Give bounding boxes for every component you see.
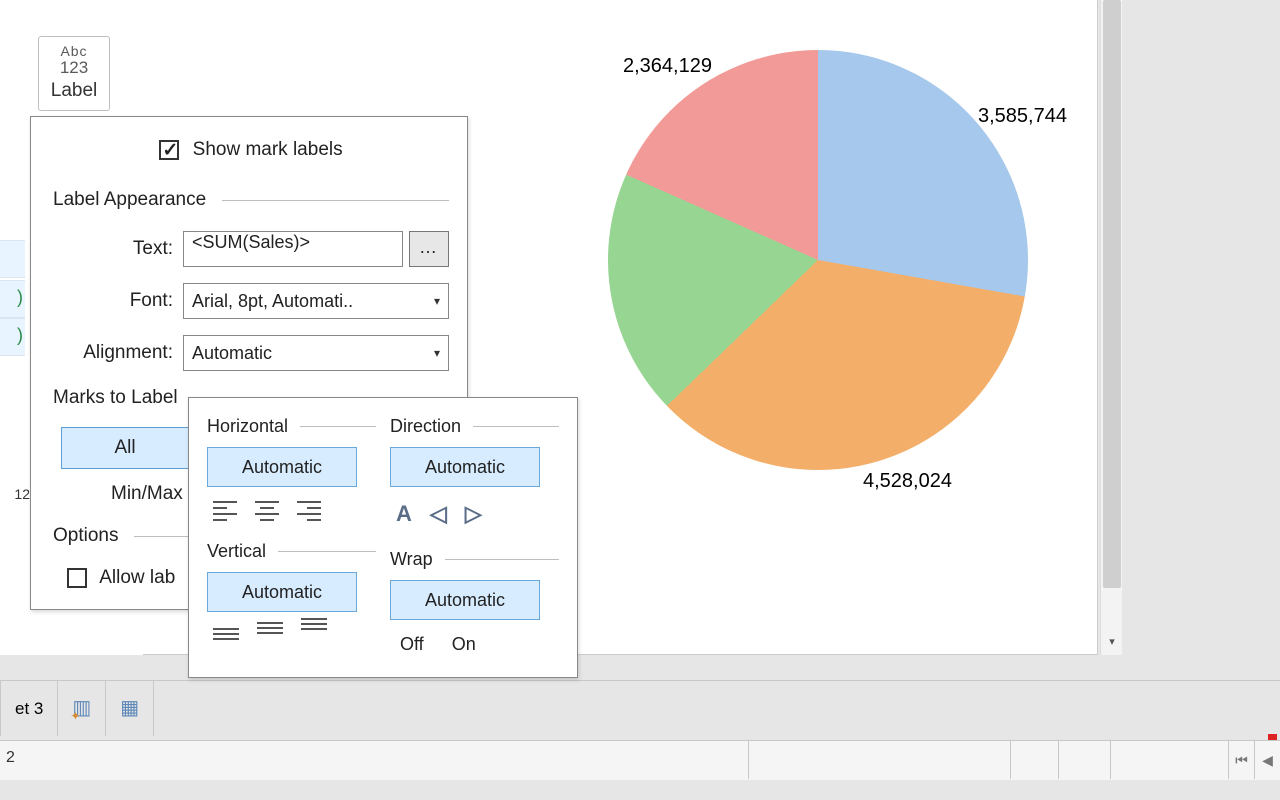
- marks-to-label-all-button[interactable]: All: [61, 427, 189, 469]
- marks-label-card[interactable]: Abc 123 Label: [38, 36, 110, 111]
- vertical-automatic-button[interactable]: Automatic: [207, 572, 357, 612]
- pie-chart[interactable]: 3,585,744 4,528,024 2,364,129: [608, 50, 1028, 470]
- status-cell-1: [748, 741, 1008, 779]
- align-center-icon[interactable]: [255, 501, 279, 519]
- label-card-abc: Abc: [39, 43, 109, 59]
- show-mark-labels-checkbox[interactable]: [159, 140, 179, 160]
- scrollbar-thumb[interactable]: [1103, 0, 1121, 588]
- alignment-label: Alignment:: [53, 342, 183, 364]
- status-left: 2: [6, 749, 15, 767]
- vertical-heading: Vertical: [207, 541, 376, 562]
- valign-middle-icon[interactable]: [257, 626, 283, 640]
- status-cell-3: [1058, 741, 1110, 779]
- status-nav: ⏮ ◀: [1228, 741, 1280, 779]
- sheet-tab-bar: et 3 ✦ ▥ ▦: [0, 680, 1280, 735]
- canvas-vertical-scrollbar[interactable]: ▾: [1100, 0, 1122, 655]
- label-appearance-heading: Label Appearance: [53, 189, 449, 211]
- label-card-123: 123: [39, 58, 109, 78]
- direction-heading: Direction: [390, 416, 559, 437]
- wrap-off-button[interactable]: Off: [400, 634, 424, 655]
- chevron-down-icon: ▾: [434, 294, 440, 308]
- font-label: Font:: [53, 290, 183, 312]
- slice-label-1: 3,585,744: [978, 105, 1067, 128]
- chevron-down-icon: ▾: [434, 346, 440, 360]
- status-bar: 2 ⏮ ◀: [0, 740, 1280, 780]
- text-label: Text:: [53, 238, 183, 260]
- pie-body[interactable]: [608, 50, 1028, 470]
- valign-bottom-icon[interactable]: [213, 626, 239, 640]
- label-text-input[interactable]: <SUM(Sales)>: [183, 231, 403, 267]
- new-worksheet-button[interactable]: ✦ ▥: [58, 681, 106, 736]
- allow-overlap-label: Allow lab: [99, 567, 175, 588]
- wrap-on-button[interactable]: On: [452, 634, 476, 655]
- alignment-dropdown[interactable]: Automatic ▾: [183, 335, 449, 371]
- slice-label-3: 2,364,129: [623, 55, 712, 78]
- dashboard-icon: ▦: [120, 697, 139, 719]
- direction-left-icon[interactable]: ◁: [430, 501, 447, 527]
- font-dropdown[interactable]: Arial, 8pt, Automati.. ▾: [183, 283, 449, 319]
- direction-right-icon[interactable]: ▷: [465, 501, 482, 527]
- sheet-tab-current[interactable]: et 3: [0, 681, 58, 736]
- wrap-heading: Wrap: [390, 549, 559, 570]
- align-left-icon[interactable]: [213, 501, 237, 519]
- scrollbar-down-icon[interactable]: ▾: [1103, 633, 1121, 651]
- nav-first-icon[interactable]: ⏮: [1228, 741, 1254, 779]
- allow-overlap-checkbox[interactable]: [67, 568, 87, 588]
- status-cell-2: [1010, 741, 1058, 779]
- direction-automatic-button[interactable]: Automatic: [390, 447, 540, 487]
- direction-normal-icon[interactable]: A: [396, 501, 412, 527]
- label-card-caption: Label: [39, 80, 109, 102]
- new-dashboard-button[interactable]: ▦: [106, 681, 154, 736]
- show-mark-labels-label: Show mark labels: [193, 139, 343, 160]
- row-shelf-slot-2[interactable]: [0, 280, 25, 318]
- wrap-automatic-button[interactable]: Automatic: [390, 580, 540, 620]
- slice-label-2: 4,528,024: [863, 470, 952, 493]
- alignment-popup: Horizontal Automatic Vertical Automatic …: [188, 397, 578, 678]
- horizontal-automatic-button[interactable]: Automatic: [207, 447, 357, 487]
- nav-prev-icon[interactable]: ◀: [1254, 741, 1280, 779]
- align-right-icon[interactable]: [297, 501, 321, 519]
- label-text-edit-button[interactable]: …: [409, 231, 449, 267]
- row-shelf-slot-1[interactable]: [0, 240, 25, 278]
- row-shelf-slot-3[interactable]: [0, 318, 25, 356]
- valign-top-icon[interactable]: [301, 626, 327, 640]
- horizontal-heading: Horizontal: [207, 416, 376, 437]
- status-cell-4: [1110, 741, 1202, 779]
- row-number-fragment: 12: [0, 486, 32, 506]
